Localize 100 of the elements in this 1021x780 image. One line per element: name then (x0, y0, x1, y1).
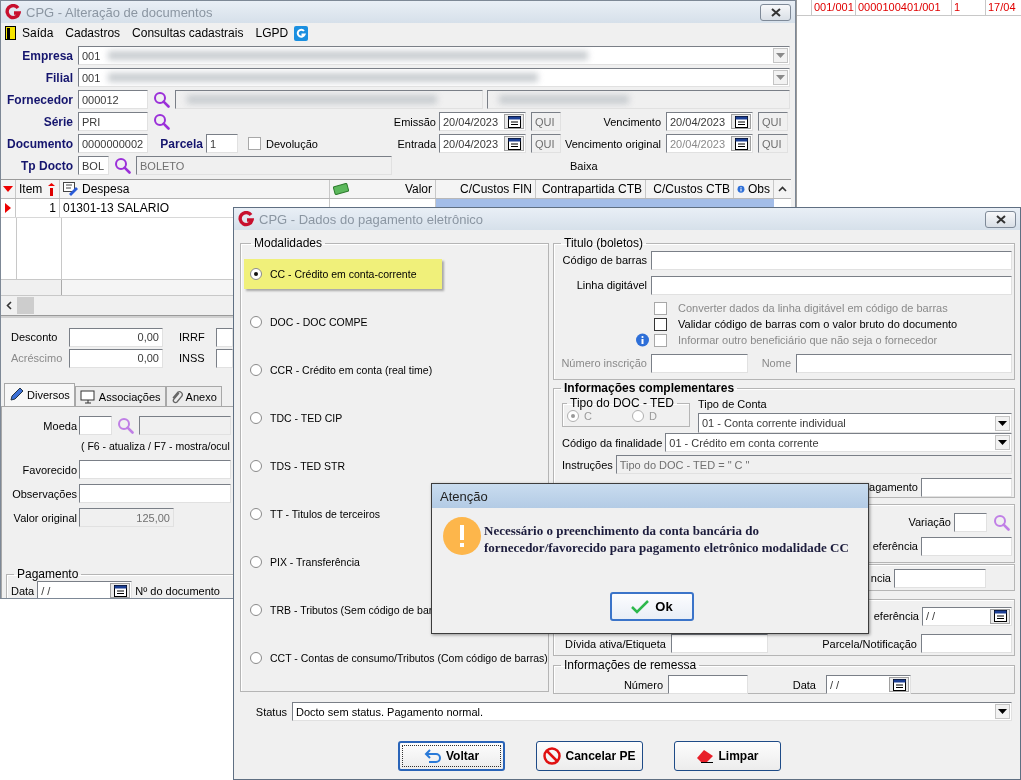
tab[interactable]: Anexo (165, 386, 222, 406)
logo-icon[interactable] (294, 25, 309, 41)
input-field[interactable] (79, 416, 112, 435)
dropdown-button[interactable] (995, 435, 1010, 450)
input-field[interactable] (954, 512, 987, 532)
input-field[interactable] (216, 348, 233, 368)
action-button[interactable]: Limpar (674, 741, 781, 771)
weekday-field[interactable]: QUI (531, 112, 561, 131)
input-field[interactable] (921, 536, 1012, 556)
radio-button[interactable]: PIX - Transferência (244, 547, 366, 577)
action-button[interactable]: Voltar (398, 741, 505, 771)
dropdown-field[interactable]: 001 (78, 68, 790, 87)
radio-button[interactable]: TT - Titulos de terceiros (244, 499, 387, 529)
close-button[interactable] (760, 3, 791, 21)
field-label: Valor original (12, 511, 78, 524)
input-field[interactable] (651, 353, 748, 373)
date-field[interactable]: / / (922, 606, 1012, 626)
door-icon[interactable] (5, 26, 16, 40)
search-icon[interactable] (117, 417, 134, 434)
menu-item[interactable]: Consultas cadastrais (126, 26, 250, 40)
radio-button[interactable]: CCR - Crédito em conta (real time) (244, 355, 439, 385)
radio-button[interactable]: DOC - DOC COMPE (244, 307, 374, 337)
calendar-button[interactable] (504, 114, 524, 129)
search-icon[interactable] (153, 91, 170, 108)
input-field[interactable] (139, 416, 231, 435)
calendar-button[interactable] (889, 677, 909, 692)
input-field[interactable]: PRI (78, 112, 148, 131)
radio-button[interactable]: TDC - TED CIP (244, 403, 349, 433)
search-icon[interactable] (114, 157, 131, 174)
input-field[interactable] (175, 90, 483, 109)
dropdown-field[interactable]: Docto sem status. Pagamento normal. (292, 702, 1012, 721)
close-icon (995, 214, 1006, 224)
input-field[interactable]: BOLETO (136, 156, 392, 175)
column-header[interactable]: C/Custos CTB (646, 180, 734, 198)
input-field[interactable] (670, 634, 768, 653)
radio-button[interactable]: CC - Crédito em conta-corrente (244, 259, 442, 289)
input-field[interactable] (216, 327, 233, 347)
column-header[interactable]: Item (16, 180, 60, 198)
field-label: IRRF (179, 331, 206, 343)
weekday-field[interactable]: QUI (758, 112, 788, 131)
scroll-thumb[interactable] (17, 297, 34, 314)
input-field[interactable]: Tipo do DOC - TED = " C " (615, 455, 1012, 474)
input-field[interactable] (651, 250, 1012, 270)
date-field[interactable]: 20/04/2023 (666, 112, 753, 131)
close-button[interactable] (985, 210, 1016, 228)
weekday-field[interactable]: QUI (531, 134, 561, 153)
field-label: Documento (6, 136, 74, 151)
date-field[interactable]: 20/04/2023 (439, 134, 526, 153)
column-header[interactable]: Obs (734, 180, 774, 198)
date-field[interactable]: / / (37, 581, 133, 598)
action-button[interactable]: Cancelar PE (536, 741, 643, 771)
ok-button[interactable]: Ok (610, 592, 694, 621)
input-field[interactable]: BOL (78, 156, 109, 175)
menu-item[interactable]: Saída (16, 26, 60, 40)
tab[interactable]: Diversos (4, 383, 75, 406)
input-field[interactable] (796, 353, 1012, 373)
input-field[interactable] (487, 90, 790, 109)
dropdown-button[interactable] (995, 415, 1010, 431)
calendar-button[interactable] (504, 136, 524, 151)
radio-button[interactable]: TDS - TED STR (244, 451, 352, 481)
column-header[interactable]: Valor (330, 180, 436, 198)
input-field[interactable] (79, 484, 231, 503)
input-field[interactable]: 0,00 (69, 327, 163, 347)
input-field[interactable] (651, 275, 1012, 295)
input-field[interactable] (894, 568, 986, 588)
input-field[interactable]: 125,00 (79, 508, 174, 527)
calendar-button[interactable] (110, 583, 131, 598)
column-header[interactable]: Contrapartida CTB (536, 180, 646, 198)
search-icon[interactable] (993, 513, 1010, 531)
input-field[interactable] (921, 634, 1012, 653)
dropdown-field[interactable]: 01 - Crédito em conta corrente (665, 433, 1012, 452)
group-title: Modalidades (253, 236, 324, 250)
input-field[interactable]: 0000000002 (78, 134, 148, 153)
group-title: Pagamento (16, 567, 80, 581)
field-label: Filial (44, 70, 74, 85)
menu-item[interactable]: LGPD (249, 26, 295, 40)
menu-item[interactable]: Cadastros (59, 26, 127, 40)
column-menu-icon[interactable] (3, 186, 13, 192)
calendar-icon (734, 137, 748, 150)
calendar-button[interactable] (731, 114, 751, 129)
input-field[interactable]: 000012 (78, 90, 148, 109)
checkbox[interactable]: Validar código de barras com o valor bruto do documento (654, 317, 958, 331)
column-header[interactable]: C/Custos FIN (436, 180, 536, 198)
input-field[interactable] (668, 675, 748, 694)
calendar-button[interactable] (990, 608, 1010, 624)
search-icon[interactable] (153, 113, 170, 130)
field-label: INSS (179, 352, 206, 364)
dropdown-button[interactable] (995, 704, 1010, 719)
dropdown-field[interactable]: 01 - Conta corrente individual (698, 413, 1012, 433)
input-field[interactable] (79, 460, 231, 479)
column-header[interactable]: Despesa (60, 180, 330, 198)
input-field[interactable] (921, 477, 1012, 497)
date-field[interactable]: 20/04/2023 (439, 112, 526, 131)
date-field[interactable]: / / (826, 675, 911, 694)
field-label: Empresa (21, 48, 74, 63)
dropdown-field[interactable]: 001 (78, 46, 790, 65)
radio-button[interactable]: CCT - Contas de consumo/Tributos (Com código de barras) (244, 643, 554, 673)
checkbox[interactable]: Devolução (248, 137, 318, 150)
tab[interactable]: Associações (74, 386, 166, 406)
input-field[interactable]: 1 (206, 134, 238, 153)
